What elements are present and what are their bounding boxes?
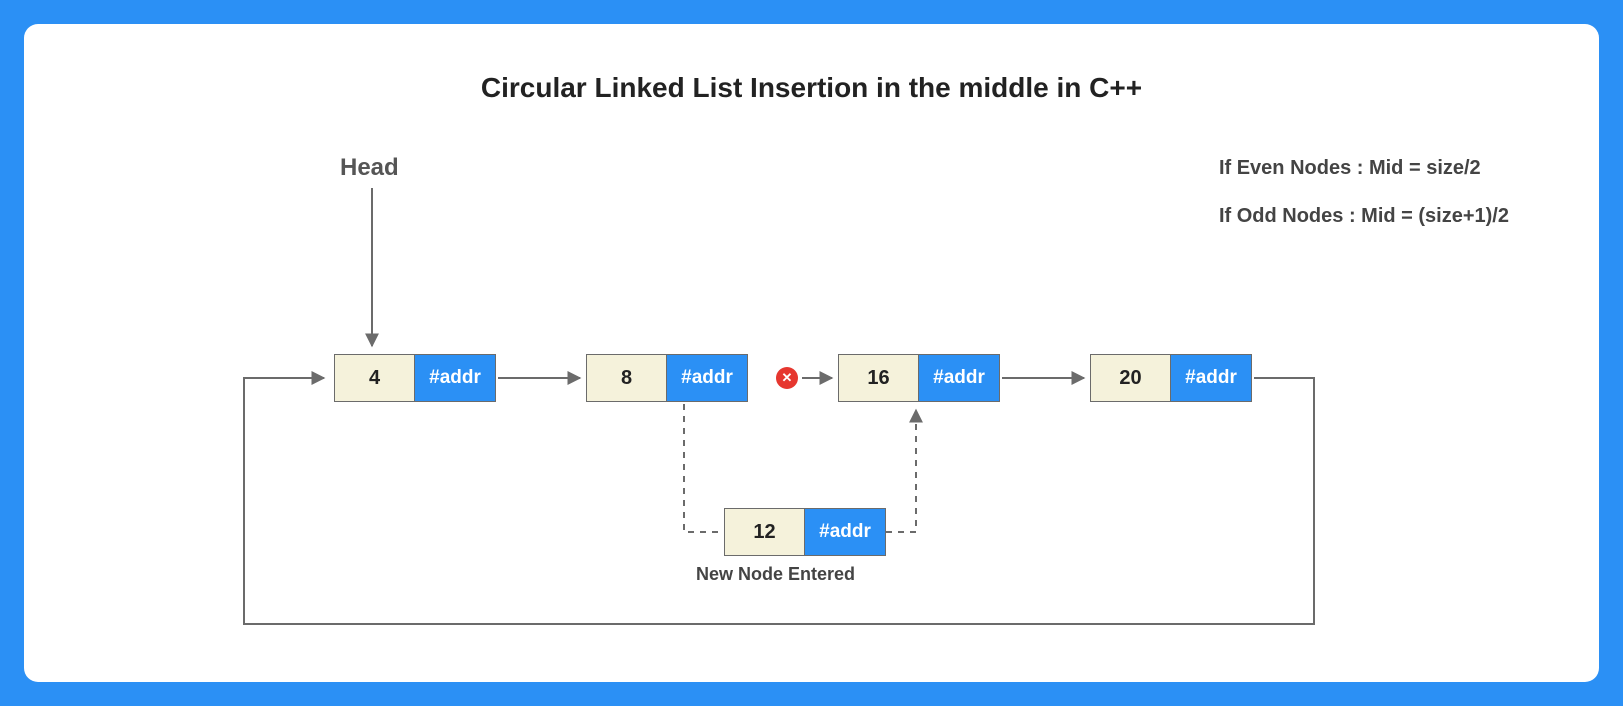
node-3-value: 20 xyxy=(1091,355,1171,401)
node-1: 8 #addr xyxy=(586,354,748,402)
new-node-addr: #addr xyxy=(805,509,885,555)
node-2-addr: #addr xyxy=(919,355,999,401)
node-3-addr: #addr xyxy=(1171,355,1251,401)
node-1-value: 8 xyxy=(587,355,667,401)
node-0: 4 #addr xyxy=(334,354,496,402)
new-node-caption: New Node Entered xyxy=(696,564,855,585)
node-2: 16 #addr xyxy=(838,354,1000,402)
node-0-addr: #addr xyxy=(415,355,495,401)
node-0-value: 4 xyxy=(335,355,415,401)
node-3: 20 #addr xyxy=(1090,354,1252,402)
broken-link-icon: ✕ xyxy=(776,367,798,389)
new-node: 12 #addr xyxy=(724,508,886,556)
arrow-loop-back xyxy=(244,378,1314,624)
mid-formula-notes: If Even Nodes : Mid = size/2 If Odd Node… xyxy=(1219,144,1509,240)
head-label: Head xyxy=(340,154,399,182)
note-odd: If Odd Nodes : Mid = (size+1)/2 xyxy=(1219,192,1509,240)
node-1-addr: #addr xyxy=(667,355,747,401)
diagram-card: Circular Linked List Insertion in the mi… xyxy=(24,24,1599,682)
dashed-1-to-new xyxy=(684,404,720,532)
note-even: If Even Nodes : Mid = size/2 xyxy=(1219,144,1509,192)
dashed-new-to-2 xyxy=(886,410,916,532)
node-2-value: 16 xyxy=(839,355,919,401)
x-icon: ✕ xyxy=(782,370,793,386)
diagram-title: Circular Linked List Insertion in the mi… xyxy=(24,72,1599,104)
new-node-value: 12 xyxy=(725,509,805,555)
